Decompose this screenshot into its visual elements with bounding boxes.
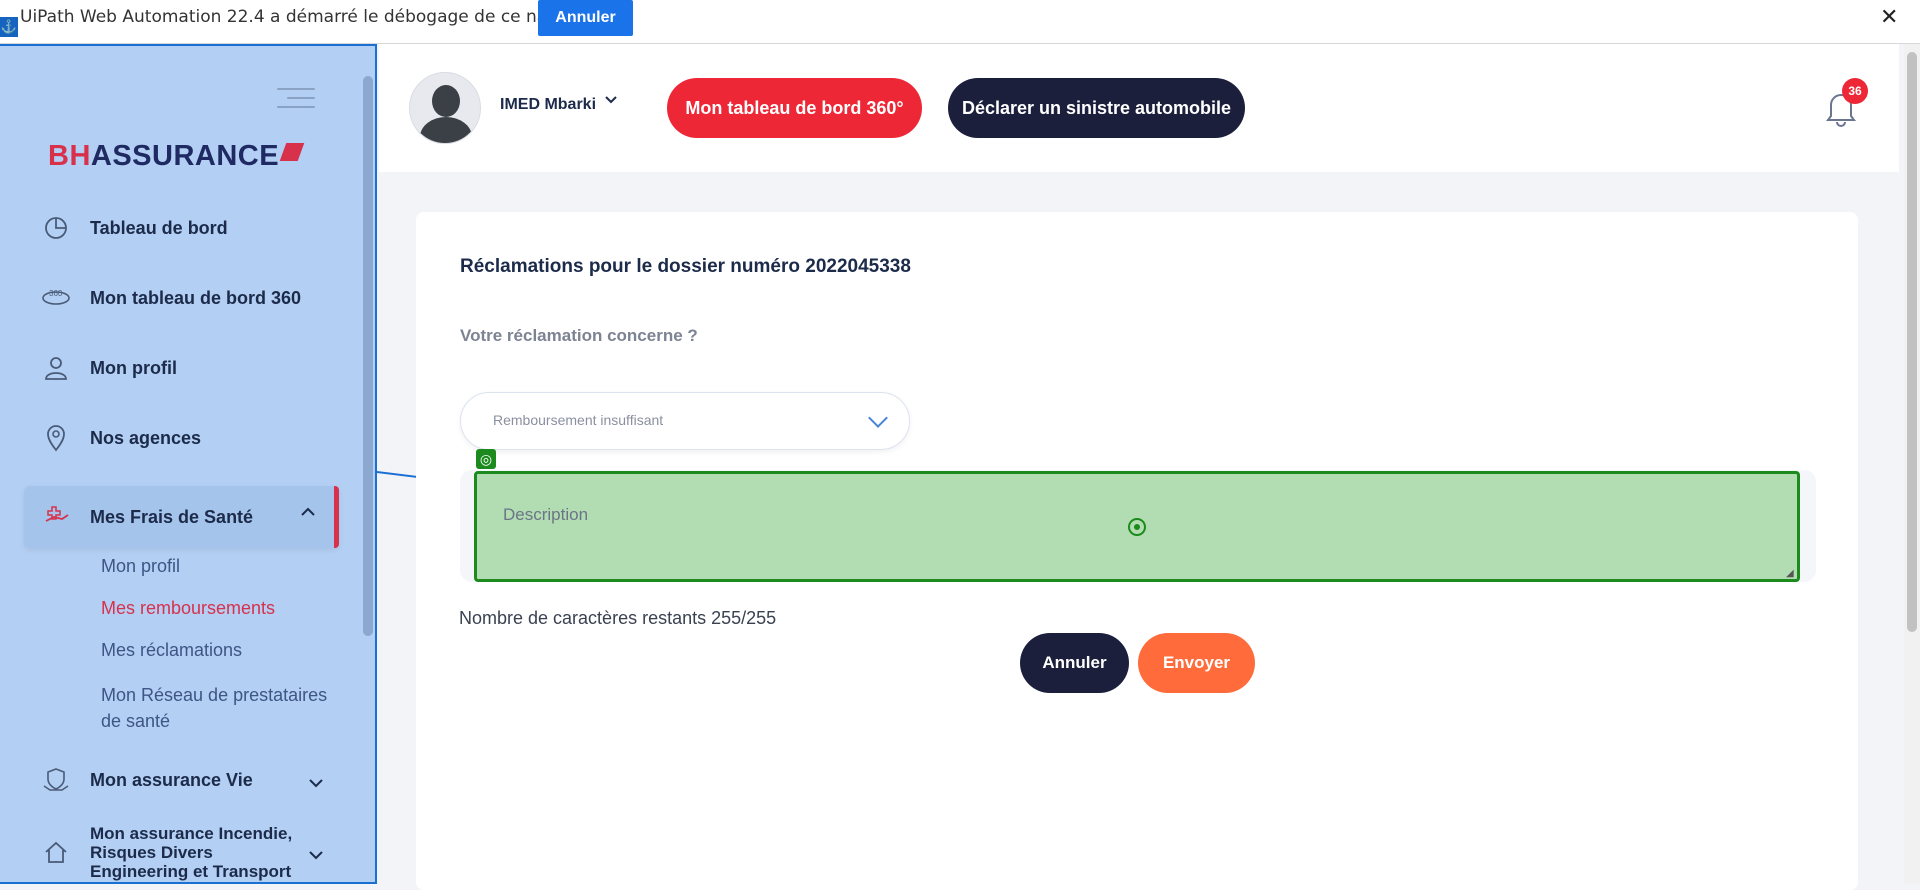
declare-claim-button[interactable]: Déclarer un sinistre automobile (948, 78, 1245, 138)
sidebar-item-label: Mon tableau de bord 360 (90, 287, 302, 308)
map-pin-icon (40, 422, 72, 454)
notification-badge: 36 (1842, 78, 1868, 104)
sidebar-item-label: Mon assurance Incendie, Risques Divers E… (90, 823, 293, 881)
select-value: Remboursement insuffisant (493, 412, 664, 428)
chevron-down-icon[interactable] (308, 847, 324, 865)
chevron-down-icon[interactable] (308, 775, 324, 793)
debug-cancel-button[interactable]: Annuler (538, 0, 633, 36)
chevron-down-icon[interactable] (865, 405, 893, 433)
sidebar-item-label: Tableau de bord (90, 217, 228, 238)
360-view-icon: 360 (40, 282, 72, 314)
target-icon: ◎ (476, 449, 496, 469)
home-icon (40, 836, 72, 868)
sidebar-item-label: Mon assurance Vie (90, 769, 253, 790)
sidebar-item-property-insurance[interactable]: Mon assurance Incendie, Risques Divers E… (40, 822, 310, 882)
sidebar-item-profile[interactable]: Mon profil (40, 348, 177, 388)
anchor-icon: ⚓ (0, 17, 18, 37)
user-name[interactable]: IMED Mbarki (500, 96, 596, 114)
close-icon[interactable]: ✕ (1880, 4, 1898, 30)
description-placeholder: Description (503, 505, 589, 524)
health-hand-icon (40, 501, 72, 533)
svg-text:360: 360 (49, 289, 63, 298)
sidebar-item-dashboard-360[interactable]: 360 Mon tableau de bord 360 (40, 278, 301, 318)
page-scrollbar[interactable] (1904, 44, 1920, 884)
cancel-button[interactable]: Annuler (1020, 633, 1129, 693)
user-icon (40, 352, 72, 384)
sidebar-item-label: Nos agences (90, 427, 202, 448)
resize-handle-icon[interactable]: ◢ (1786, 568, 1794, 579)
char-counter: Nombre de caractères restants 255/255 (459, 608, 777, 628)
sidebar-item-agencies[interactable]: Nos agences (40, 418, 201, 458)
sidebar: BHASSURANCE Tableau de bord 360 Mon tabl… (0, 44, 377, 884)
crosshair-icon (1128, 518, 1146, 536)
sidebar-item-health-fees-row[interactable]: Mes Frais de Santé (40, 497, 253, 537)
page-title: Réclamations pour le dossier numéro 2022… (460, 256, 911, 277)
active-indicator (334, 486, 339, 548)
dashboard-360-button[interactable]: Mon tableau de bord 360° (667, 78, 922, 138)
shield-hands-icon (40, 764, 72, 796)
sidebar-scrollbar[interactable] (363, 76, 373, 636)
send-button[interactable]: Envoyer (1138, 633, 1255, 693)
brand-logo[interactable]: BHASSURANCE (48, 140, 305, 173)
pie-chart-icon (40, 212, 72, 244)
debug-bar: ⚓ UiPath Web Automation 22.4 a démarré l… (0, 0, 1920, 44)
subitem-reimbursements[interactable]: Mes remboursements (101, 598, 275, 619)
subitem-provider-network[interactable]: Mon Réseau de prestataires de santé (101, 682, 341, 734)
hamburger-menu-icon[interactable] (277, 88, 315, 112)
subitem-claims[interactable]: Mes réclamations (101, 640, 242, 661)
sidebar-item-label: Mes Frais de Santé (90, 506, 254, 527)
sidebar-item-label: Mon profil (90, 357, 177, 378)
debug-message: UiPath Web Automation 22.4 a démarré le … (20, 7, 619, 27)
claim-question-label: Votre réclamation concerne ? (460, 326, 698, 345)
avatar[interactable] (409, 72, 481, 144)
sidebar-item-dashboard[interactable]: Tableau de bord (40, 208, 228, 248)
sidebar-item-life-insurance[interactable]: Mon assurance Vie (40, 760, 253, 800)
subitem-profile[interactable]: Mon profil (101, 556, 180, 577)
chevron-up-icon[interactable] (300, 504, 316, 522)
chevron-down-icon[interactable] (604, 92, 618, 110)
claim-reason-select[interactable]: Remboursement insuffisant (460, 392, 910, 450)
